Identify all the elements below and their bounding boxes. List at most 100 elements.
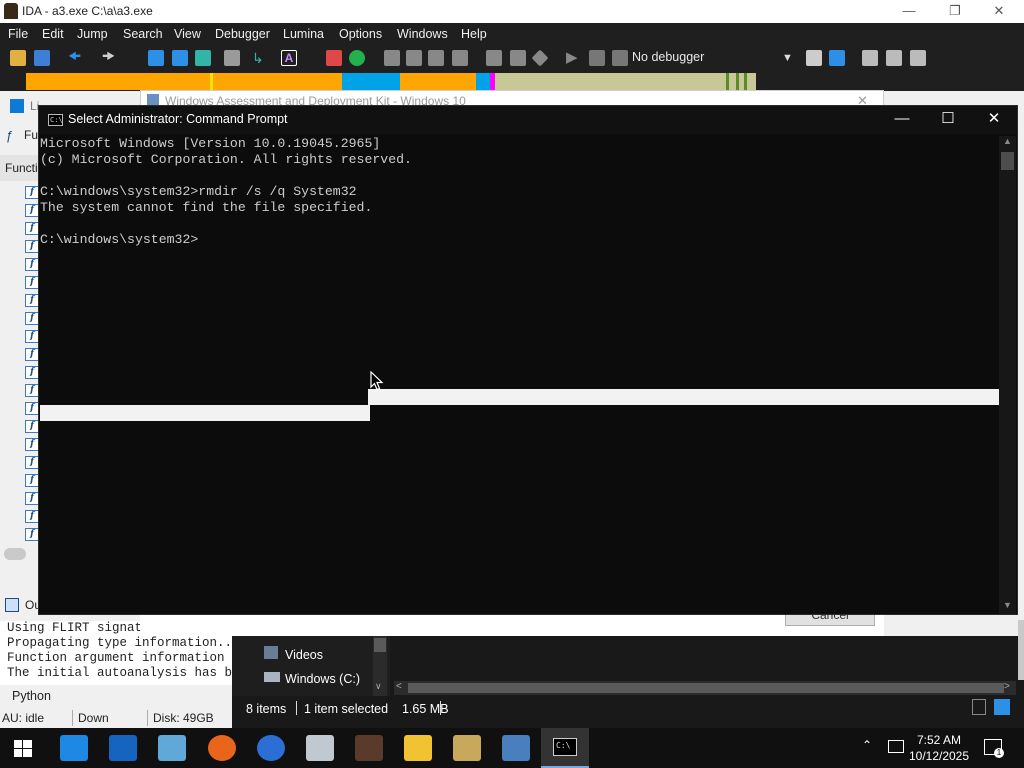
enum-icon[interactable] — [406, 50, 422, 66]
array-icon[interactable] — [224, 50, 240, 66]
function-row-icon[interactable]: f — [25, 510, 39, 523]
struct-icon[interactable] — [384, 50, 400, 66]
clock[interactable]: 7:52 AM 10/12/2025 — [900, 732, 978, 764]
portrait-app-icon[interactable] — [355, 735, 383, 761]
function-row-icon[interactable]: f — [25, 258, 39, 271]
explorer-nav-tree[interactable]: Videos Windows (C:) ∨ — [232, 636, 390, 696]
diamond-icon[interactable] — [531, 49, 549, 67]
cmd-minimize-button[interactable]: — — [879, 106, 925, 134]
code-icon[interactable] — [172, 50, 188, 66]
minimize-button[interactable]: — — [886, 0, 932, 23]
function-row-icon[interactable]: f — [25, 330, 39, 343]
string-icon[interactable]: A — [281, 50, 297, 66]
detach-icon[interactable] — [829, 50, 845, 66]
functions-list[interactable]: ffffffffffffffffffff — [0, 183, 40, 543]
save-icon[interactable] — [34, 50, 50, 66]
pause-icon[interactable] — [589, 50, 605, 66]
cmd-maximize-button[interactable]: ☐ — [925, 106, 971, 134]
run-icon[interactable]: ▶ — [566, 50, 582, 66]
menu-windows[interactable]: Windows — [397, 27, 448, 41]
search-app-icon[interactable] — [60, 735, 88, 761]
function-row-icon[interactable]: f — [25, 222, 39, 235]
function-row-icon[interactable]: f — [25, 384, 39, 397]
menu-debugger[interactable]: Debugger — [215, 27, 270, 41]
function-row-icon[interactable]: f — [25, 402, 39, 415]
function-row-icon[interactable]: f — [25, 492, 39, 505]
patch-icon[interactable] — [510, 50, 526, 66]
data-icon[interactable] — [195, 50, 211, 66]
function-row-icon[interactable]: f — [25, 294, 39, 307]
function-row-icon[interactable]: f — [25, 276, 39, 289]
function-row-icon[interactable]: f — [25, 348, 39, 361]
create-function-icon[interactable] — [148, 50, 164, 66]
function-row-icon[interactable]: f — [25, 438, 39, 451]
scroll-up-icon[interactable]: ▲ — [1003, 136, 1012, 146]
function-row-icon[interactable]: f — [25, 204, 39, 217]
function-row-icon[interactable]: f — [25, 240, 39, 253]
ida-x-app-icon[interactable] — [453, 735, 481, 761]
tree-item-videos[interactable]: Videos — [285, 648, 323, 662]
console-text-area[interactable]: Microsoft Windows [Version 10.0.19045.29… — [40, 136, 1001, 614]
cmd-vscroll[interactable]: ▲ ▼ — [999, 136, 1016, 614]
menu-jump[interactable]: Jump — [77, 27, 108, 41]
chevron-right-icon[interactable]: > — [1004, 681, 1010, 692]
menu-search[interactable]: Search — [123, 27, 163, 41]
menu-help[interactable]: Help — [461, 27, 487, 41]
chevron-down-icon[interactable]: ∨ — [375, 681, 382, 692]
forward-arrow-icon[interactable]: 🠞 — [102, 49, 118, 66]
library-tab[interactable]: Li — [0, 97, 40, 117]
list-alt-icon[interactable] — [910, 50, 926, 66]
function-row-icon[interactable]: f — [25, 312, 39, 325]
close-button[interactable]: ✕ — [976, 0, 1022, 23]
functions-hscroll-thumb[interactable] — [4, 548, 26, 560]
tools-app-icon[interactable] — [502, 735, 530, 761]
list-icon[interactable] — [886, 50, 902, 66]
chevron-left-icon[interactable]: < — [396, 681, 402, 692]
menu-lumina[interactable]: Lumina — [283, 27, 324, 41]
functions-tab[interactable]: ƒ Fu — [0, 126, 40, 146]
tiles-view-icon[interactable] — [994, 699, 1010, 715]
menu-view[interactable]: View — [174, 27, 201, 41]
cmd-close-button[interactable]: ✕ — [971, 106, 1017, 134]
debugger-select[interactable]: No debugger — [632, 50, 704, 64]
trace-icon[interactable] — [349, 50, 365, 66]
explorer-hscroll-thumb[interactable] — [408, 683, 1004, 693]
folder-app-icon[interactable] — [404, 735, 432, 761]
graph-icon[interactable] — [452, 50, 468, 66]
function-row-icon[interactable]: f — [25, 528, 39, 541]
details-view-icon[interactable] — [972, 699, 986, 715]
ida-titlebar[interactable]: IDA - a3.exe C:\a\a3.exe — ❐ ✕ — [0, 0, 1024, 23]
ida-app-icon[interactable] — [109, 735, 137, 761]
stop-icon[interactable] — [612, 50, 628, 66]
chevron-up-icon[interactable]: ⌃ — [862, 738, 872, 752]
attach-icon[interactable] — [806, 50, 822, 66]
notepad-app-icon[interactable] — [158, 735, 186, 761]
edge-app-icon[interactable] — [257, 735, 285, 761]
menu-options[interactable]: Options — [339, 27, 382, 41]
segment-icon[interactable] — [486, 50, 502, 66]
menu-file[interactable]: File — [8, 27, 28, 41]
function-row-icon[interactable]: f — [25, 456, 39, 469]
tree-vscroll-thumb[interactable] — [374, 638, 386, 652]
function-row-icon[interactable]: f — [25, 186, 39, 199]
notifications-icon[interactable]: 1 — [984, 739, 1004, 758]
tree-item-windows-c[interactable]: Windows (C:) — [285, 672, 360, 686]
python-input-bar[interactable]: Python — [0, 686, 232, 706]
jump-icon[interactable]: ↳ — [252, 50, 268, 66]
menu-edit[interactable]: Edit — [42, 27, 64, 41]
function-row-icon[interactable]: f — [25, 420, 39, 433]
restore-button[interactable]: ❐ — [932, 0, 978, 23]
explorer-hscroll[interactable]: < > — [394, 681, 1016, 695]
firefox-app-icon[interactable] — [208, 735, 236, 761]
open-icon[interactable] — [10, 50, 26, 66]
command-prompt-window[interactable]: C:\ Select Administrator: Command Prompt… — [38, 105, 1018, 615]
start-icon[interactable] — [14, 740, 32, 757]
navigation-band[interactable] — [26, 73, 756, 90]
cmd-titlebar[interactable]: C:\ Select Administrator: Command Prompt… — [39, 106, 1017, 134]
back-arrow-icon[interactable]: 🠜 — [68, 49, 84, 66]
refresh-icon[interactable] — [428, 50, 444, 66]
functions-column-header[interactable]: Functi — [0, 155, 40, 181]
breakpoint-icon[interactable] — [326, 50, 342, 66]
cmd-app-button[interactable]: C:\ — [541, 728, 589, 768]
scroll-down-icon[interactable]: ▼ — [1003, 600, 1012, 610]
